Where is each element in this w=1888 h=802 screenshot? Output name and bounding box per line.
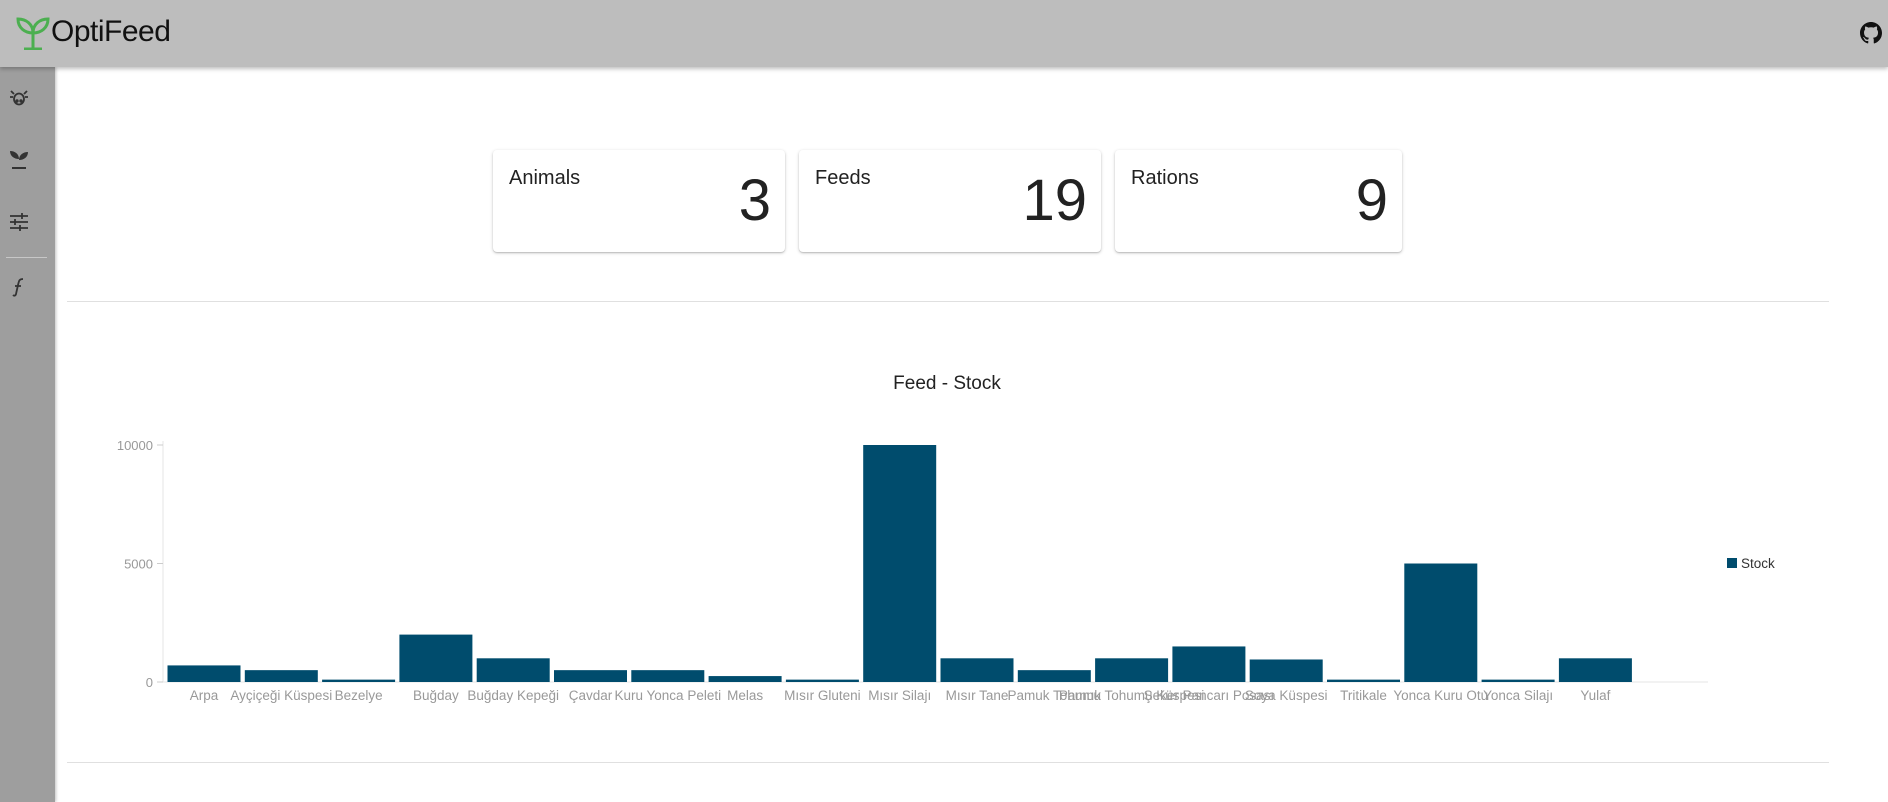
x-tick-label: Buğday (413, 688, 459, 703)
legend-label: Stock (1741, 556, 1775, 571)
sidebar-divider (6, 257, 47, 258)
bar (167, 665, 241, 682)
bar (1249, 659, 1323, 682)
bar (399, 634, 473, 682)
x-tick-label: Yulaf (1580, 688, 1610, 703)
bar (1404, 563, 1478, 682)
bar (708, 676, 782, 682)
x-tick-label: Çavdar (569, 688, 613, 703)
bar (244, 670, 318, 682)
bar (940, 658, 1014, 682)
bar (322, 679, 396, 682)
x-tick-label: Soya Küspesi (1245, 688, 1328, 703)
x-tick-label: Mısır Silajı (868, 688, 931, 703)
function-icon[interactable] (7, 275, 31, 299)
legend-swatch (1727, 558, 1737, 568)
x-tick-label: Kuru Yonca Peleti (615, 688, 722, 703)
x-tick-label: Arpa (190, 688, 219, 703)
x-tick-label: Yonca Silajı (1483, 688, 1553, 703)
animals-card[interactable]: Animals 3 (493, 150, 785, 252)
x-tick-label: Bezelye (335, 688, 383, 703)
animals-label: Animals (509, 167, 581, 189)
sliders-icon[interactable] (7, 210, 31, 234)
bar (863, 445, 937, 682)
bar (631, 670, 705, 682)
rations-count: 9 (1355, 168, 1388, 233)
sprout-icon[interactable] (7, 147, 31, 171)
section-divider (67, 301, 1829, 302)
bar (1327, 679, 1400, 682)
bar (1558, 658, 1632, 682)
cow-icon[interactable] (7, 85, 31, 109)
bar (554, 670, 627, 682)
x-tick-label: Ayçiçeği Küspesi (230, 688, 332, 703)
chart-title: Feed - Stock (893, 373, 1001, 394)
x-tick-label: Melas (727, 688, 763, 703)
bar (1481, 679, 1555, 682)
bar (1172, 646, 1246, 682)
x-tick-label: Mısır Gluteni (784, 688, 861, 703)
feed-stock-chart: Feed - Stock 0 5000 10000 Arpa Ayçiçeği Küspe… (117, 373, 1775, 703)
feeds-card[interactable]: Feeds 19 (799, 150, 1101, 252)
y-tick-label: 10000 (117, 438, 153, 453)
rations-card[interactable]: Rations 9 (1115, 150, 1402, 252)
app-title: OptiFeed (51, 15, 171, 48)
section-divider-bottom (67, 762, 1829, 763)
x-tick-label: Buğday Kepeği (467, 688, 559, 703)
feeds-label: Feeds (815, 167, 871, 189)
github-icon[interactable] (1860, 22, 1882, 44)
sprout-logo-icon (16, 17, 50, 50)
x-tick-label: Yonca Kuru Otu (1393, 688, 1488, 703)
x-tick-label: Mısır Tane (946, 688, 1009, 703)
bar (1095, 658, 1169, 682)
rations-label: Rations (1131, 167, 1199, 189)
animals-count: 3 (738, 168, 771, 233)
x-tick-label: Tritikale (1340, 688, 1387, 703)
bar (785, 679, 859, 682)
app-bar: OptiFeed (0, 0, 1888, 67)
bar (1017, 670, 1091, 682)
y-tick-label: 5000 (124, 557, 153, 572)
bar (476, 658, 550, 682)
sidebar (0, 67, 55, 802)
feeds-count: 19 (1022, 168, 1087, 233)
y-tick-label: 0 (146, 675, 153, 690)
